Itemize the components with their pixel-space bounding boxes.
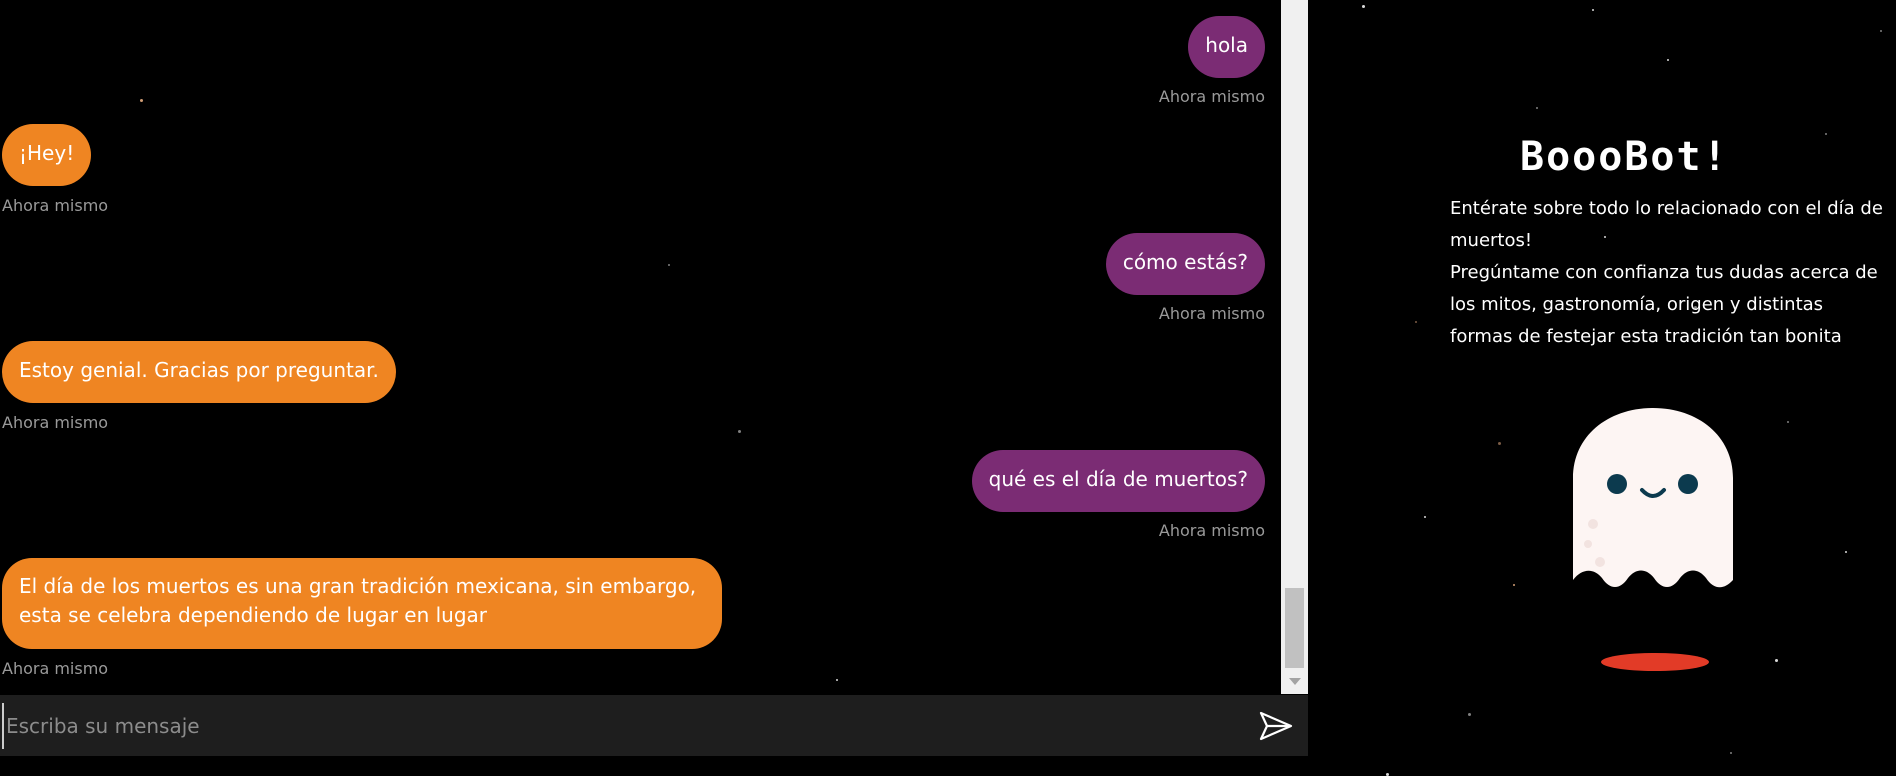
- ghost-right-eye: [1678, 474, 1698, 494]
- scrollbar-thumb[interactable]: [1285, 588, 1304, 668]
- message-bubble: Estoy genial. Gracias por preguntar.: [2, 341, 396, 403]
- message-timestamp: Ahora mismo: [1158, 304, 1265, 323]
- message-timestamp: Ahora mismo: [2, 196, 109, 215]
- bot-title: BoooBot!: [1520, 134, 1729, 180]
- message-bubble: qué es el día de muertos?: [971, 450, 1265, 512]
- message-bubble: hola: [1188, 16, 1265, 78]
- message-composer: [0, 695, 1308, 756]
- user-message: qué es el día de muertos?: [971, 450, 1265, 512]
- message-timestamp: Ahora mismo: [1158, 87, 1265, 106]
- scroll-down-arrow-icon[interactable]: [1289, 678, 1301, 685]
- intro-text-questions: Pregúntame con confianza tus dudas acerc…: [1450, 262, 1878, 347]
- message-timestamp: Ahora mismo: [2, 413, 109, 432]
- ghost-shadow: [1601, 653, 1709, 671]
- user-message: cómo estás?: [1105, 233, 1265, 295]
- ghost-icon: [1573, 408, 1733, 588]
- send-arrow-icon[interactable]: [1258, 709, 1294, 743]
- user-message: hola: [1188, 16, 1265, 78]
- chat-scrollbar[interactable]: [1281, 0, 1308, 694]
- bot-message: El día de los muertos es una gran tradic…: [2, 558, 722, 649]
- ghost-left-eye: [1607, 474, 1627, 494]
- message-input[interactable]: [2, 703, 1238, 749]
- message-timestamp: Ahora mismo: [1158, 521, 1265, 540]
- info-panel: BoooBot! Entérate sobre todo lo relacion…: [1308, 0, 1896, 776]
- message-bubble: El día de los muertos es una gran tradic…: [2, 558, 722, 649]
- bot-message: Estoy genial. Gracias por preguntar.: [2, 341, 396, 403]
- chat-messages[interactable]: hola Ahora mismo ¡Hey! Ahora mismo cómo …: [0, 0, 1281, 694]
- message-timestamp: Ahora mismo: [2, 659, 109, 678]
- message-bubble: ¡Hey!: [2, 124, 92, 186]
- message-bubble: cómo estás?: [1105, 233, 1265, 295]
- bot-message: ¡Hey!: [2, 124, 92, 186]
- intro-text: Entérate sobre todo lo relacionado con e…: [1450, 198, 1883, 251]
